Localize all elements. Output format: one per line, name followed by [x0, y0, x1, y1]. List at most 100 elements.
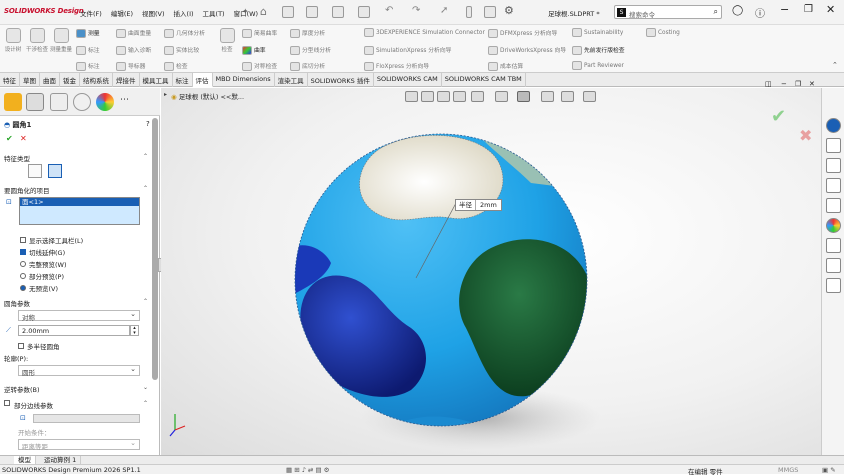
- tab-render[interactable]: 渲染工具: [275, 73, 308, 87]
- tree-expand-icon[interactable]: ▸: [164, 91, 167, 98]
- section-view-icon[interactable]: [453, 91, 466, 102]
- tab-sketch[interactable]: 草图: [20, 73, 40, 87]
- ribbon-item[interactable]: Sustainability: [572, 28, 623, 37]
- open-icon[interactable]: [306, 6, 318, 18]
- appearances-icon[interactable]: [826, 218, 841, 233]
- zoom-area-icon[interactable]: [421, 91, 434, 102]
- appearance-tab-icon[interactable]: [96, 93, 114, 111]
- selection-list[interactable]: 面<1>: [19, 197, 140, 225]
- ribbon-item[interactable]: Costing: [646, 28, 680, 37]
- ribbon-item[interactable]: 实体比较: [164, 45, 199, 55]
- config-manager-tab-icon[interactable]: [50, 93, 68, 111]
- ribbon-item[interactable]: DriveWorksXpress 向导: [488, 45, 566, 55]
- feature-manager-tab-icon[interactable]: [4, 93, 22, 111]
- viewport-close-icon[interactable]: ✕: [809, 80, 815, 88]
- full-preview-option[interactable]: 完整预览(W): [20, 259, 67, 269]
- ribbon-item[interactable]: DFMXpress 分析向导: [488, 28, 557, 38]
- menu-insert[interactable]: 插入(I): [174, 8, 194, 18]
- help-icon[interactable]: ⓘ: [755, 5, 765, 20]
- pin-icon[interactable]: ✦: [242, 7, 249, 16]
- new-document-icon[interactable]: [282, 6, 294, 18]
- file-explorer-icon[interactable]: [826, 178, 841, 193]
- tab-structure[interactable]: 结构系统: [80, 73, 113, 87]
- unit-system[interactable]: MMGS: [778, 466, 798, 474]
- multi-radius-option[interactable]: 多半径圆角: [18, 341, 60, 351]
- ribbon-mass-button[interactable]: 测量重量: [50, 28, 72, 53]
- tab-cam[interactable]: SOLIDWORKS CAM: [374, 73, 442, 87]
- ribbon-interference-button[interactable]: 干涉检查: [26, 28, 48, 53]
- ribbon-item[interactable]: 导标器: [116, 61, 145, 71]
- feature-tree-path[interactable]: ◉ 足球根 (默认) <<默...: [171, 91, 244, 101]
- previous-view-icon[interactable]: [437, 91, 450, 102]
- confirm-cancel-icon[interactable]: ✖: [799, 126, 812, 145]
- fillet-parameters-header[interactable]: 圆角参数 ⌃: [0, 298, 152, 309]
- partial-edge-header[interactable]: 部分边线参数 ⌃: [0, 400, 152, 411]
- ribbon-item[interactable]: 厚度分析: [290, 28, 325, 38]
- select-icon[interactable]: ➚: [440, 5, 448, 16]
- ribbon-item[interactable]: 曲率: [242, 45, 266, 55]
- view-orientation-icon[interactable]: [471, 91, 484, 102]
- display-style-icon[interactable]: [495, 91, 508, 102]
- dimxpert-tab-icon[interactable]: [73, 93, 91, 111]
- tab-annotation[interactable]: 标注: [173, 73, 193, 87]
- viewport-restore-icon[interactable]: ❐: [795, 80, 801, 88]
- search-icon[interactable]: ⌕: [714, 7, 718, 17]
- no-preview-option[interactable]: 无预览(V): [20, 283, 58, 293]
- custom-properties-icon[interactable]: [826, 238, 841, 253]
- view-palette-icon[interactable]: [826, 198, 841, 213]
- pane-scrollbar[interactable]: [152, 118, 158, 380]
- apply-scene-icon[interactable]: [561, 91, 574, 102]
- partial-edge-checkbox[interactable]: [4, 400, 10, 408]
- search-input[interactable]: 搜索命令: [629, 9, 655, 19]
- items-to-fillet-header[interactable]: 要圆角化的项目 ⌃: [0, 185, 152, 196]
- options-gear-icon[interactable]: ⚙: [504, 4, 514, 17]
- ribbon-item[interactable]: Part Reviewer: [572, 61, 624, 70]
- face-fillet-icon[interactable]: [48, 164, 62, 178]
- ribbon-item[interactable]: 对称检查: [242, 61, 277, 71]
- tab-addins[interactable]: SOLIDWORKS 插件: [308, 73, 374, 87]
- redo-icon[interactable]: ↷: [412, 5, 420, 16]
- partial-preview-option[interactable]: 部分预览(P): [20, 271, 64, 281]
- zoom-to-fit-icon[interactable]: [405, 91, 418, 102]
- tab-weldments[interactable]: 焊接件: [113, 73, 140, 87]
- menu-file[interactable]: 文件(F): [80, 8, 102, 18]
- show-toolbar-option[interactable]: 显示选择工具栏(L): [20, 235, 83, 245]
- restore-icon[interactable]: ❐: [804, 4, 813, 15]
- ribbon-check-button[interactable]: 检查: [216, 28, 238, 53]
- home-icon[interactable]: ⌂: [260, 5, 267, 18]
- ribbon-item[interactable]: 底切分析: [290, 61, 325, 71]
- ribbon-item[interactable]: 检查: [164, 61, 188, 71]
- 3dexperience-icon[interactable]: [826, 118, 841, 133]
- ribbon-item[interactable]: 曲面重量: [116, 28, 151, 38]
- minimize-icon[interactable]: −: [780, 3, 789, 16]
- edge-selection-box[interactable]: [33, 414, 140, 423]
- ribbon-annotate-button[interactable]: 标注: [76, 45, 100, 55]
- viewport-min-icon[interactable]: −: [781, 80, 787, 88]
- ribbon-item[interactable]: SimulationXpress 分析向导: [364, 45, 451, 55]
- add-ins-icon[interactable]: [826, 278, 841, 293]
- ribbon-item[interactable]: 成本估算: [488, 61, 523, 71]
- status-tray-icons[interactable]: ▣ ✎: [822, 466, 836, 474]
- confirm-ok-icon[interactable]: ✔: [771, 106, 786, 127]
- user-icon[interactable]: ◯: [732, 5, 743, 16]
- ribbon-item[interactable]: 简易曲率: [242, 28, 277, 38]
- hide-show-icon[interactable]: [517, 91, 530, 102]
- view-settings-icon[interactable]: [583, 91, 596, 102]
- rebuild-icon[interactable]: [466, 6, 472, 18]
- menu-edit[interactable]: 编辑(E): [111, 8, 133, 18]
- graphics-area[interactable]: ▸ ◉ 足球根 (默认) <<默... ◫ − ❐ ✕ ✔ ✖ 半径 2mm: [161, 80, 821, 455]
- forum-icon[interactable]: [826, 258, 841, 273]
- edit-appearance-icon[interactable]: [541, 91, 554, 102]
- tab-mold-tools[interactable]: 模具工具: [140, 73, 173, 87]
- ribbon-item[interactable]: 输入诊断: [116, 45, 151, 55]
- ribbon-item[interactable]: 先前发行版检查: [572, 45, 625, 55]
- radius-stepper[interactable]: ▴ ▾: [130, 325, 139, 336]
- feature-type-header[interactable]: 特征类型 ⌃: [0, 153, 152, 164]
- menu-view[interactable]: 视图(V): [142, 8, 165, 18]
- selection-item[interactable]: 面<1>: [20, 198, 139, 206]
- ribbon-item[interactable]: FloXpress 分析向导: [364, 61, 429, 71]
- more-tabs-icon[interactable]: ⋯: [120, 95, 129, 105]
- ribbon-item[interactable]: 分型线分析: [290, 45, 331, 55]
- ribbon-measure-button[interactable]: 测量: [76, 28, 100, 38]
- tab-surfaces[interactable]: 曲面: [40, 73, 60, 87]
